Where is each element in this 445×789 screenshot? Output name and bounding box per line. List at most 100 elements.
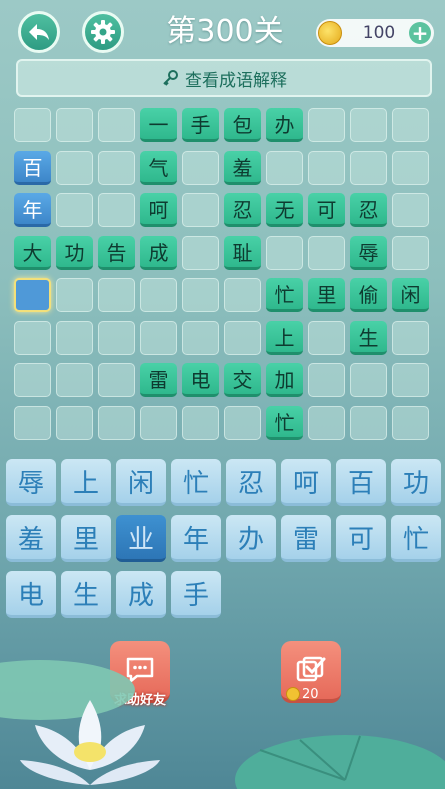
gear-icon xyxy=(91,20,115,44)
grid-cell-empty xyxy=(98,405,135,440)
character-tile[interactable]: 可 xyxy=(336,515,386,562)
grid-cell[interactable]: 忙 xyxy=(266,405,303,440)
level-title: 第300关 xyxy=(166,14,284,49)
view-idiom-explanation-button[interactable]: 查看成语解释 xyxy=(16,59,432,97)
character-tile[interactable]: 上 xyxy=(61,459,111,506)
character-tile[interactable]: 百 xyxy=(336,459,386,506)
grid-cell[interactable]: 里 xyxy=(308,278,345,312)
grid-cell[interactable]: 辱 xyxy=(350,235,387,270)
grid-cell[interactable]: 加 xyxy=(266,363,303,397)
grid-cell-empty xyxy=(350,108,387,142)
character-tile[interactable]: 生 xyxy=(61,571,111,618)
grid-cell-empty xyxy=(182,193,219,227)
lotus-flower-decoration xyxy=(20,700,160,785)
character-pool: 辱上闲忙忍呵百功羞里业年办雷可忙电生成手 xyxy=(6,459,442,624)
character-tile[interactable]: 忍 xyxy=(226,459,276,506)
grid-cell[interactable]: 羞 xyxy=(224,150,261,185)
grid-cell-empty xyxy=(140,320,177,355)
grid-cell[interactable]: 耻 xyxy=(224,235,261,270)
character-tile[interactable]: 功 xyxy=(391,459,441,506)
grid-cell[interactable]: 可 xyxy=(308,193,345,227)
character-tile[interactable]: 手 xyxy=(171,571,221,618)
grid-cell[interactable]: 忍 xyxy=(224,193,261,227)
grid-cell[interactable]: 一 xyxy=(140,108,177,142)
grid-cell-empty xyxy=(14,320,51,355)
character-tile[interactable]: 忙 xyxy=(391,515,441,562)
grid-cell[interactable]: 闲 xyxy=(392,278,429,312)
grid-cell-empty xyxy=(56,278,93,312)
grid-cell-empty xyxy=(308,405,345,440)
crossword-grid: 一手包办百气羞年呵忍无可忍大功告成耻辱忙里偷闲上生雷电交加忙 xyxy=(14,108,434,444)
coin-count: 100 xyxy=(362,23,396,43)
character-tile[interactable]: 忙 xyxy=(171,459,221,506)
character-tile[interactable]: 电 xyxy=(6,571,56,618)
grid-cell[interactable]: 百 xyxy=(14,150,51,185)
grid-cell-empty xyxy=(98,108,135,142)
character-tile[interactable]: 辱 xyxy=(6,459,56,506)
grid-cell-empty xyxy=(182,278,219,312)
character-tile[interactable]: 闲 xyxy=(116,459,166,506)
grid-cell[interactable]: 办 xyxy=(266,108,303,142)
grid-cell-empty xyxy=(308,363,345,397)
character-tile[interactable]: 雷 xyxy=(281,515,331,562)
grid-cell[interactable]: 交 xyxy=(224,363,261,397)
grid-cell-empty xyxy=(392,193,429,227)
grid-cell-empty xyxy=(182,235,219,270)
add-coins-button[interactable]: + xyxy=(409,22,431,44)
grid-cell-empty xyxy=(308,108,345,142)
grid-cell-empty xyxy=(98,320,135,355)
grid-cell[interactable]: 呵 xyxy=(140,193,177,227)
character-tile[interactable]: 办 xyxy=(226,515,276,562)
grid-cell-empty xyxy=(140,278,177,312)
grid-cell-empty xyxy=(14,108,51,142)
key-icon xyxy=(163,70,178,86)
grid-cell[interactable]: 电 xyxy=(182,363,219,397)
grid-cell-empty xyxy=(392,405,429,440)
grid-cell[interactable]: 偷 xyxy=(350,278,387,312)
coin-icon xyxy=(318,21,342,45)
grid-cell[interactable]: 包 xyxy=(224,108,261,142)
grid-cell-empty xyxy=(392,320,429,355)
grid-cell-empty xyxy=(56,193,93,227)
grid-cell[interactable]: 年 xyxy=(14,193,51,227)
grid-cell-empty xyxy=(56,363,93,397)
grid-cell-empty xyxy=(392,363,429,397)
grid-cell-empty xyxy=(266,150,303,185)
grid-cell[interactable]: 无 xyxy=(266,193,303,227)
grid-cell[interactable]: 生 xyxy=(350,320,387,355)
grid-cell-empty xyxy=(308,320,345,355)
grid-cell[interactable]: 告 xyxy=(98,235,135,270)
character-tile[interactable]: 里 xyxy=(61,515,111,562)
grid-cell-empty xyxy=(56,150,93,185)
grid-cell[interactable]: 忙 xyxy=(266,278,303,312)
grid-cell-selected[interactable] xyxy=(14,278,51,312)
grid-cell[interactable]: 成 xyxy=(140,235,177,270)
grid-cell[interactable]: 上 xyxy=(266,320,303,355)
grid-cell-empty xyxy=(182,405,219,440)
grid-cell-empty xyxy=(308,150,345,185)
character-tile[interactable]: 呵 xyxy=(281,459,331,506)
character-tile[interactable]: 年 xyxy=(171,515,221,562)
character-tile[interactable]: 羞 xyxy=(6,515,56,562)
grid-cell[interactable]: 大 xyxy=(14,235,51,270)
back-button[interactable] xyxy=(18,11,60,53)
grid-cell-empty xyxy=(182,320,219,355)
character-tile[interactable]: 业 xyxy=(116,515,166,562)
grid-cell-empty xyxy=(98,363,135,397)
grid-cell-empty xyxy=(224,278,261,312)
grid-cell[interactable]: 气 xyxy=(140,150,177,185)
grid-cell-empty xyxy=(98,150,135,185)
grid-cell-empty xyxy=(182,150,219,185)
grid-cell[interactable]: 功 xyxy=(56,235,93,270)
grid-cell[interactable]: 忍 xyxy=(350,193,387,227)
grid-cell[interactable]: 手 xyxy=(182,108,219,142)
grid-cell-empty xyxy=(308,235,345,270)
grid-cell[interactable]: 雷 xyxy=(140,363,177,397)
grid-cell-empty xyxy=(56,320,93,355)
character-tile[interactable]: 成 xyxy=(116,571,166,618)
grid-cell-empty xyxy=(350,405,387,440)
grid-cell-empty xyxy=(392,108,429,142)
grid-cell-empty xyxy=(392,150,429,185)
settings-button[interactable] xyxy=(82,11,124,53)
grid-cell-empty xyxy=(140,405,177,440)
